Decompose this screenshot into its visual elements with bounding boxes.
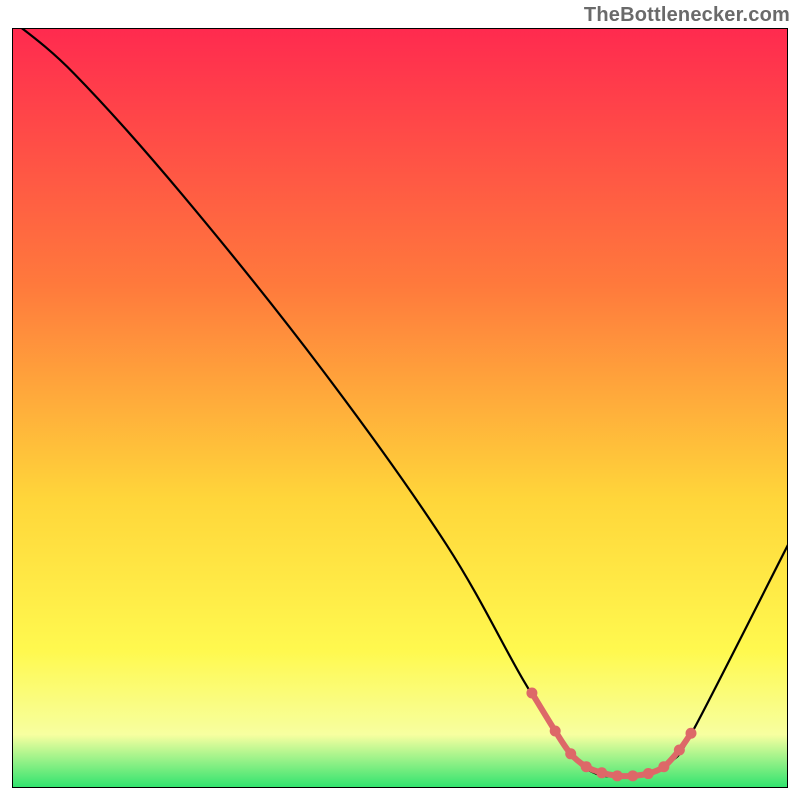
chart-svg <box>12 28 788 788</box>
optimal-range-marker <box>658 761 669 772</box>
attribution-text: TheBottlenecker.com <box>584 4 790 27</box>
optimal-range-marker <box>627 770 638 781</box>
optimal-range-marker <box>674 745 685 756</box>
optimal-range-marker <box>686 728 697 739</box>
optimal-range-marker <box>550 726 561 737</box>
optimal-range-marker <box>643 768 654 779</box>
bottleneck-chart <box>12 28 788 788</box>
optimal-range-marker <box>596 767 607 778</box>
gradient-background <box>12 28 788 788</box>
optimal-range-marker <box>565 748 576 759</box>
optimal-range-marker <box>612 770 623 781</box>
optimal-range-marker <box>581 761 592 772</box>
optimal-range-marker <box>526 688 537 699</box>
